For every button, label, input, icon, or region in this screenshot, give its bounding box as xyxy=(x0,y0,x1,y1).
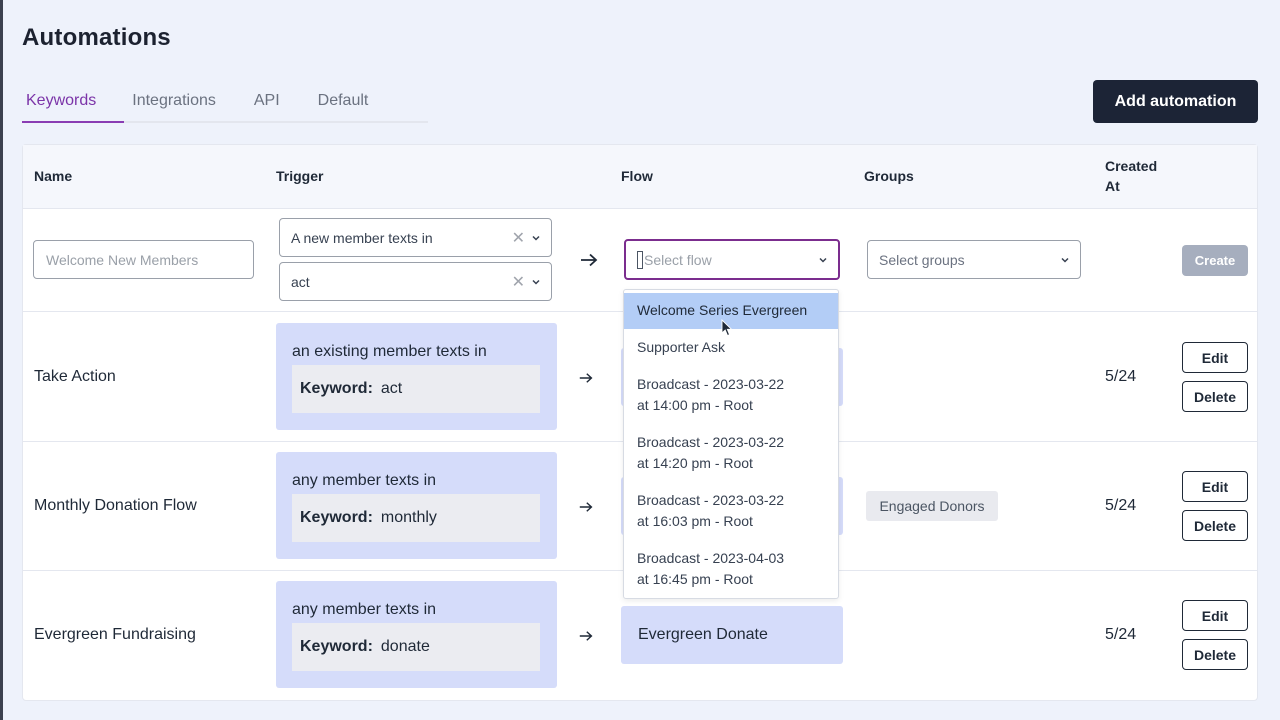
keyword-value: donate xyxy=(380,638,430,655)
keyword-box: Keyword: donate xyxy=(292,623,540,671)
header-created-at: Created At xyxy=(1105,156,1157,196)
option-label: Supporter Ask xyxy=(637,339,725,355)
clear-icon[interactable]: ✕ xyxy=(512,228,525,248)
mouse-pointer-icon xyxy=(721,319,733,337)
arrow-right-icon xyxy=(579,631,593,641)
window-edge xyxy=(0,0,3,720)
header-flow: Flow xyxy=(621,168,653,184)
header-groups: Groups xyxy=(864,168,914,184)
option-label-line2: at 14:20 pm - Root xyxy=(637,455,753,471)
arrow-right-icon xyxy=(579,373,593,383)
flow-placeholder: Select flow xyxy=(644,251,712,268)
arrow-right-icon xyxy=(579,502,593,512)
header-created-line2: At xyxy=(1105,178,1120,194)
option-label-line2: at 16:03 pm - Root xyxy=(637,513,753,529)
dropdown-option[interactable]: Broadcast - 2023-03-22 at 14:00 pm - Roo… xyxy=(624,367,838,423)
tab-keywords[interactable]: Keywords xyxy=(22,88,125,123)
keyword-label: Keyword: xyxy=(300,380,373,397)
trigger-type-select[interactable]: A new member texts in ✕ xyxy=(279,218,552,257)
dropdown-option[interactable]: Broadcast - 2023-03-22 at 16:03 pm - Roo… xyxy=(624,483,838,539)
clear-icon[interactable]: ✕ xyxy=(512,272,525,292)
trigger-type-value: A new member texts in xyxy=(291,229,433,246)
created-at: 5/24 xyxy=(1105,626,1137,643)
edit-button[interactable]: Edit xyxy=(1182,600,1248,631)
trigger-card: any member texts in Keyword: donate xyxy=(276,581,557,688)
table-header: Name Trigger Flow Groups Created At xyxy=(23,145,1257,209)
option-label: Broadcast - 2023-03-22 xyxy=(637,376,785,392)
delete-button[interactable]: Delete xyxy=(1182,381,1248,412)
dropdown-option[interactable]: Broadcast - 2023-03-22 at 14:20 pm - Roo… xyxy=(624,425,838,481)
dropdown-option[interactable]: Broadcast - 2023-04-03 at 16:45 pm - Roo… xyxy=(624,541,838,597)
header-trigger: Trigger xyxy=(276,168,324,184)
flow-select[interactable]: Select flow xyxy=(624,239,840,280)
trigger-description: any member texts in xyxy=(292,601,437,618)
trigger-keyword-select[interactable]: act ✕ xyxy=(279,262,552,301)
header-created-line1: Created xyxy=(1105,158,1158,174)
trigger-description: any member texts in xyxy=(292,472,437,489)
tab-integrations[interactable]: Integrations xyxy=(128,88,220,123)
edit-button[interactable]: Edit xyxy=(1182,342,1248,373)
groups-select[interactable]: Select groups xyxy=(867,240,1081,279)
option-label: Broadcast - 2023-03-22 xyxy=(637,434,785,450)
chevron-down-icon[interactable] xyxy=(1060,255,1070,265)
delete-button[interactable]: Delete xyxy=(1182,510,1248,541)
keyword-value: act xyxy=(380,380,403,397)
keyword-box: Keyword: monthly xyxy=(292,494,540,542)
option-label-line2: at 14:00 pm - Root xyxy=(637,397,753,413)
arrow-right-icon xyxy=(581,253,598,267)
delete-button[interactable]: Delete xyxy=(1182,639,1248,670)
groups-placeholder: Select groups xyxy=(879,251,965,268)
automation-name: Monthly Donation Flow xyxy=(34,497,197,514)
name-input[interactable]: Welcome New Members xyxy=(33,240,254,279)
automation-name: Take Action xyxy=(34,368,116,385)
create-button[interactable]: Create xyxy=(1182,245,1248,276)
flow-card: Evergreen Donate xyxy=(621,606,843,664)
keyword-value: monthly xyxy=(380,509,437,526)
trigger-card: an existing member texts in Keyword: act xyxy=(276,323,557,430)
trigger-keyword-value: act xyxy=(291,273,310,290)
keyword-box: Keyword: act xyxy=(292,365,540,413)
option-label: Broadcast - 2023-04-03 xyxy=(637,550,785,566)
option-label-line2: at 16:45 pm - Root xyxy=(637,571,753,587)
option-label: Broadcast - 2023-03-22 xyxy=(637,492,785,508)
created-at: 5/24 xyxy=(1105,497,1137,514)
group-badge: Engaged Donors xyxy=(866,491,998,521)
chevron-down-icon[interactable] xyxy=(818,255,828,265)
automation-name: Evergreen Fundraising xyxy=(34,626,196,643)
header-name: Name xyxy=(34,168,73,184)
flow-name: Evergreen Donate xyxy=(638,626,768,643)
edit-button[interactable]: Edit xyxy=(1182,471,1248,502)
option-label: Welcome Series Evergreen xyxy=(637,302,808,318)
text-cursor xyxy=(637,250,643,269)
tab-default[interactable]: Default xyxy=(314,88,373,123)
add-automation-button[interactable]: Add automation xyxy=(1093,80,1258,123)
chevron-down-icon[interactable] xyxy=(531,233,541,243)
trigger-card: any member texts in Keyword: monthly xyxy=(276,452,557,559)
tab-api[interactable]: API xyxy=(250,88,284,123)
tab-bar: Keywords Integrations API Default xyxy=(22,88,428,123)
chevron-down-icon[interactable] xyxy=(531,277,541,287)
keyword-label: Keyword: xyxy=(300,509,373,526)
keyword-label: Keyword: xyxy=(300,638,373,655)
created-at: 5/24 xyxy=(1105,368,1137,385)
page-title: Automations xyxy=(22,24,171,51)
trigger-description: an existing member texts in xyxy=(292,343,487,360)
